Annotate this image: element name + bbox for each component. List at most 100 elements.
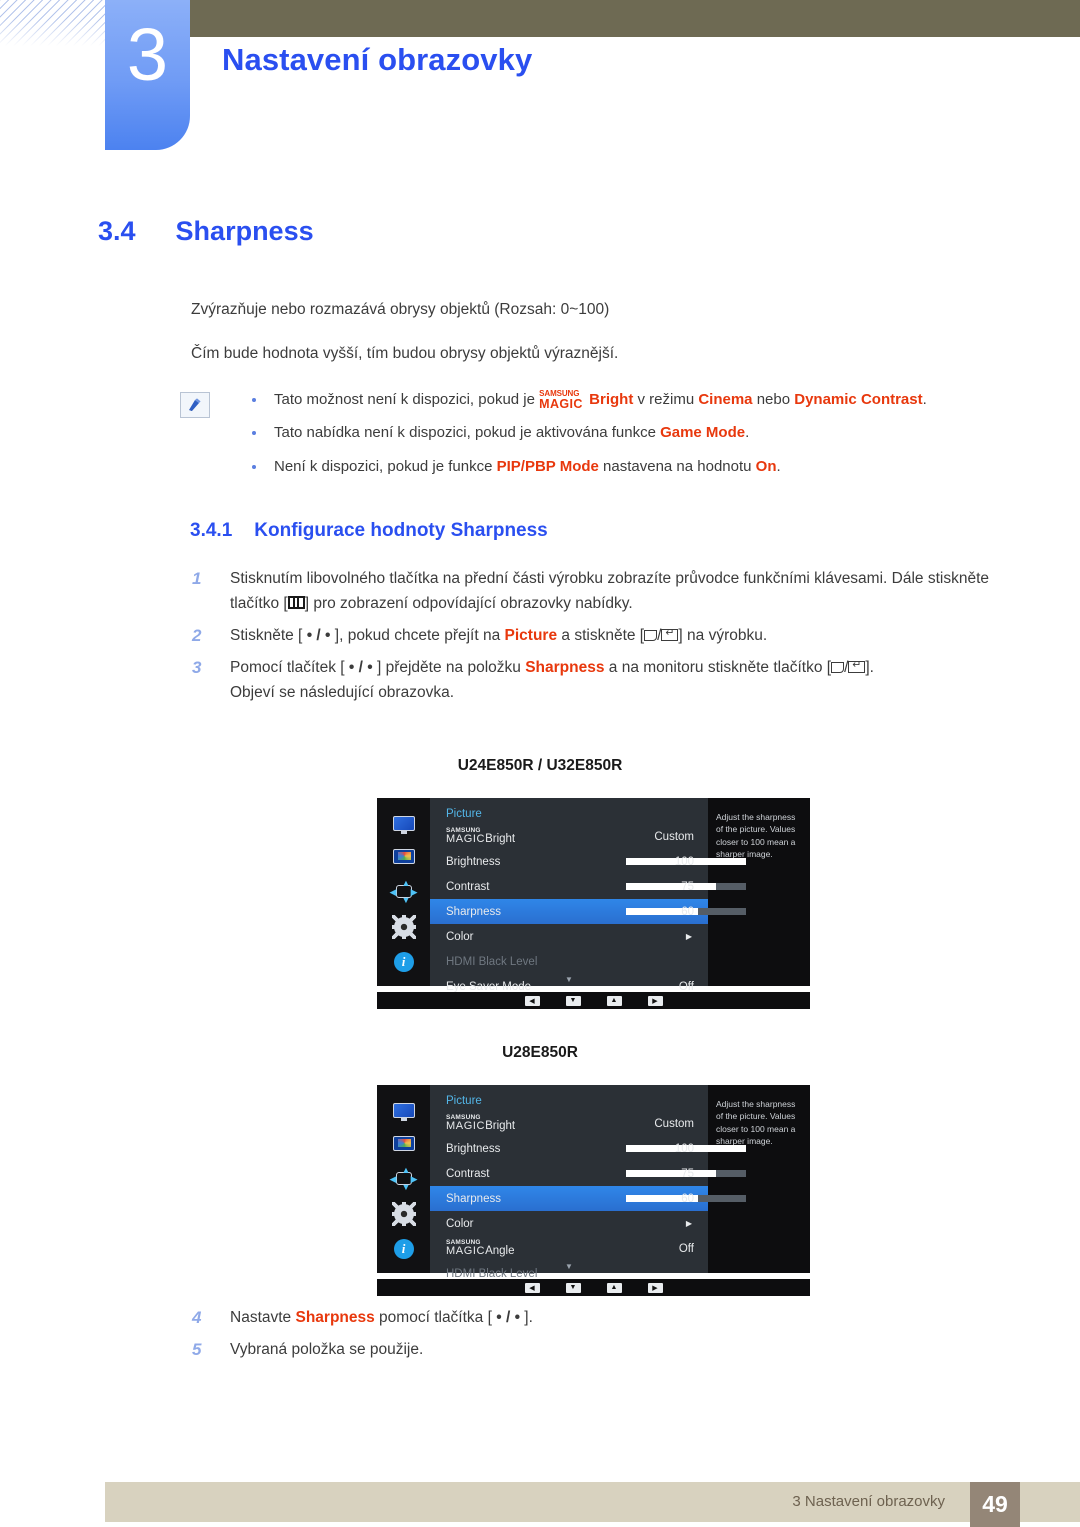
osd-row-value: Custom	[654, 1117, 694, 1130]
steps-list-part-2: 4 Nastavte Sharpness pomocí tlačítka [ • …	[190, 1305, 1010, 1369]
submenu-arrow-icon: ▶	[685, 932, 692, 941]
osd-row-magicangle[interactable]: SAMSUNG MAGIC Angle Off	[430, 1236, 708, 1261]
step-sub-text: Objeví se následující obrazovka.	[230, 684, 455, 702]
screen-adjust-icon[interactable]: ▲ ▼ ◀ ▶	[390, 879, 418, 905]
magic-suffix: Bright	[485, 832, 516, 845]
osd-up-button[interactable]: ▲	[606, 1282, 622, 1293]
note-highlight: Cinema	[698, 391, 753, 408]
intro-line-1: Zvýrazňuje nebo rozmazává obrysy objektů…	[191, 301, 610, 318]
step-text: Stiskněte [	[230, 627, 307, 645]
step-text: ] na výrobku.	[678, 627, 768, 645]
subsection-title: Konfigurace hodnoty Sharpness	[254, 520, 548, 541]
osd-row-label: Brightness	[446, 1142, 501, 1155]
osd-row-sharpness[interactable]: Sharpness 60	[430, 899, 746, 924]
osd-row-label: Contrast	[446, 880, 490, 893]
note-bullet-3: Není k dispozici, pokud je funkce PIP/PB…	[242, 457, 1012, 477]
osd-down-button[interactable]: ▼	[565, 995, 581, 1006]
monitor-icon[interactable]	[392, 1103, 415, 1121]
osd-row-value: 60	[681, 905, 694, 918]
enter-button-icon	[661, 628, 679, 642]
osd-left-button[interactable]: ◀	[524, 995, 540, 1006]
page-number-badge: 49	[970, 1482, 1020, 1527]
osd-row-value: 75	[681, 880, 694, 893]
submenu-arrow-icon: ▶	[685, 1219, 692, 1228]
steps-list-part-1: 1 Stisknutím libovolného tlačítka na před…	[190, 566, 1010, 713]
osd-up-button[interactable]: ▲	[606, 995, 622, 1006]
source-button-icon	[644, 630, 658, 642]
step-text: a stiskněte [	[557, 627, 645, 645]
picture-icon[interactable]	[392, 1136, 415, 1154]
samsung-magic-label: SAMSUNG MAGIC Bright	[446, 1114, 515, 1133]
osd-row-value: 75	[681, 1167, 694, 1180]
note-pencil-icon	[180, 392, 210, 418]
step-number: 3	[192, 658, 202, 678]
osd-row-color[interactable]: Color ▶	[430, 924, 708, 949]
source-button-icon	[831, 662, 845, 674]
note-bullet-2: Tato nabídka není k dispozici, pokud je …	[242, 423, 1012, 443]
information-icon[interactable]: i	[393, 1239, 414, 1259]
direction-button-glyph: • / •	[496, 1309, 520, 1326]
osd-down-button[interactable]: ▼	[565, 1282, 581, 1293]
step-text: ].	[520, 1309, 533, 1326]
step-highlight: Picture	[504, 627, 558, 645]
osd-row-value: 60	[681, 1192, 694, 1205]
direction-button-glyph: • / •	[306, 627, 331, 645]
step-text: ] pro zobrazení odpovídající obrazovky n…	[304, 595, 633, 613]
note-text: Tato nabídka není k dispozici, pokud je …	[274, 424, 661, 442]
osd-row-sharpness[interactable]: Sharpness 60	[430, 1186, 746, 1211]
system-gear-icon[interactable]	[391, 1202, 416, 1226]
system-gear-icon[interactable]	[391, 915, 416, 939]
osd-row-value: 100	[674, 1142, 694, 1155]
direction-button-glyph: • / •	[348, 659, 373, 677]
osd-row-magicbright[interactable]: SAMSUNG MAGIC Bright Custom	[430, 1111, 708, 1136]
osd-row-label: Eye Saver Mode	[446, 980, 532, 993]
picture-icon[interactable]	[392, 849, 415, 867]
step-item: 1 Stisknutím libovolného tlačítka na před…	[190, 566, 1010, 616]
osd-row-contrast[interactable]: Contrast 75	[430, 1161, 746, 1186]
note-text: nastavena na hodnotu	[598, 457, 756, 475]
osd-row-label: Brightness	[446, 855, 501, 868]
osd-menu-title: Picture	[446, 808, 482, 820]
osd-menu-title: Picture	[446, 1095, 482, 1107]
osd-button-bar-1: ◀ ▼ ▲ ▶	[377, 992, 810, 1009]
osd-right-button[interactable]: ▶	[647, 995, 663, 1006]
osd-row-color[interactable]: Color ▶	[430, 1211, 708, 1236]
osd-row-value: Off	[678, 1242, 694, 1255]
section-number: 3.4	[98, 216, 136, 246]
osd-icon-rail: ▲ ▼ ◀ ▶ i	[377, 798, 430, 986]
screen-adjust-icon[interactable]: ▲ ▼ ◀ ▶	[390, 1166, 418, 1192]
step-text: Pomocí tlačítek [	[230, 659, 349, 677]
note-text: nebo	[752, 391, 795, 408]
step-text: Nastavte	[230, 1309, 296, 1326]
step-text: ], pokud chcete přejít na	[330, 627, 505, 645]
osd-right-button[interactable]: ▶	[647, 1282, 663, 1293]
osd-model-label-2: U28E850R	[502, 1044, 578, 1061]
osd-row-brightness[interactable]: Brightness 100	[430, 1136, 746, 1161]
magic-suffix: Bright	[589, 391, 634, 408]
note-highlight: On	[755, 457, 777, 475]
note-bullet-1: Tato možnost není k dispozici, pokud je …	[242, 389, 1012, 411]
step-number: 1	[192, 569, 202, 588]
note-text: Tato možnost není k dispozici, pokud je	[274, 391, 540, 408]
step-text: Vybraná položka se použije.	[230, 1341, 424, 1359]
osd-model-label-1: U24E850R / U32E850R	[457, 757, 623, 774]
step-number: 5	[192, 1340, 202, 1360]
step-highlight: Sharpness	[295, 1309, 375, 1326]
step-item: 3 Pomocí tlačítek [ • / • ] přejděte na p…	[190, 655, 1010, 705]
scroll-down-arrow-icon: ▼	[565, 975, 573, 984]
osd-row-label: Color	[446, 1217, 474, 1230]
information-icon[interactable]: i	[393, 952, 414, 972]
step-item: 4 Nastavte Sharpness pomocí tlačítka [ • …	[190, 1305, 1010, 1330]
osd-row-contrast[interactable]: Contrast 75	[430, 874, 746, 899]
step-text: pomocí tlačítka [	[374, 1309, 497, 1326]
osd-row-magicbright[interactable]: SAMSUNG MAGIC Bright Custom	[430, 824, 708, 849]
magic-bottom-text: MAGIC	[446, 1120, 486, 1133]
subsection-heading: 3.4.1 Konfigurace hodnoty Sharpness	[190, 520, 548, 542]
osd-menu-panel: Picture SAMSUNG MAGIC Bright Custom Brig…	[430, 1085, 746, 1280]
monitor-icon[interactable]	[392, 816, 415, 834]
note-text: Není k dispozici, pokud je funkce	[274, 457, 497, 475]
header-brown-bar	[190, 0, 1080, 37]
scroll-down-arrow-icon: ▼	[565, 1262, 573, 1271]
osd-left-button[interactable]: ◀	[524, 1282, 540, 1293]
osd-row-brightness[interactable]: Brightness 100	[430, 849, 746, 874]
